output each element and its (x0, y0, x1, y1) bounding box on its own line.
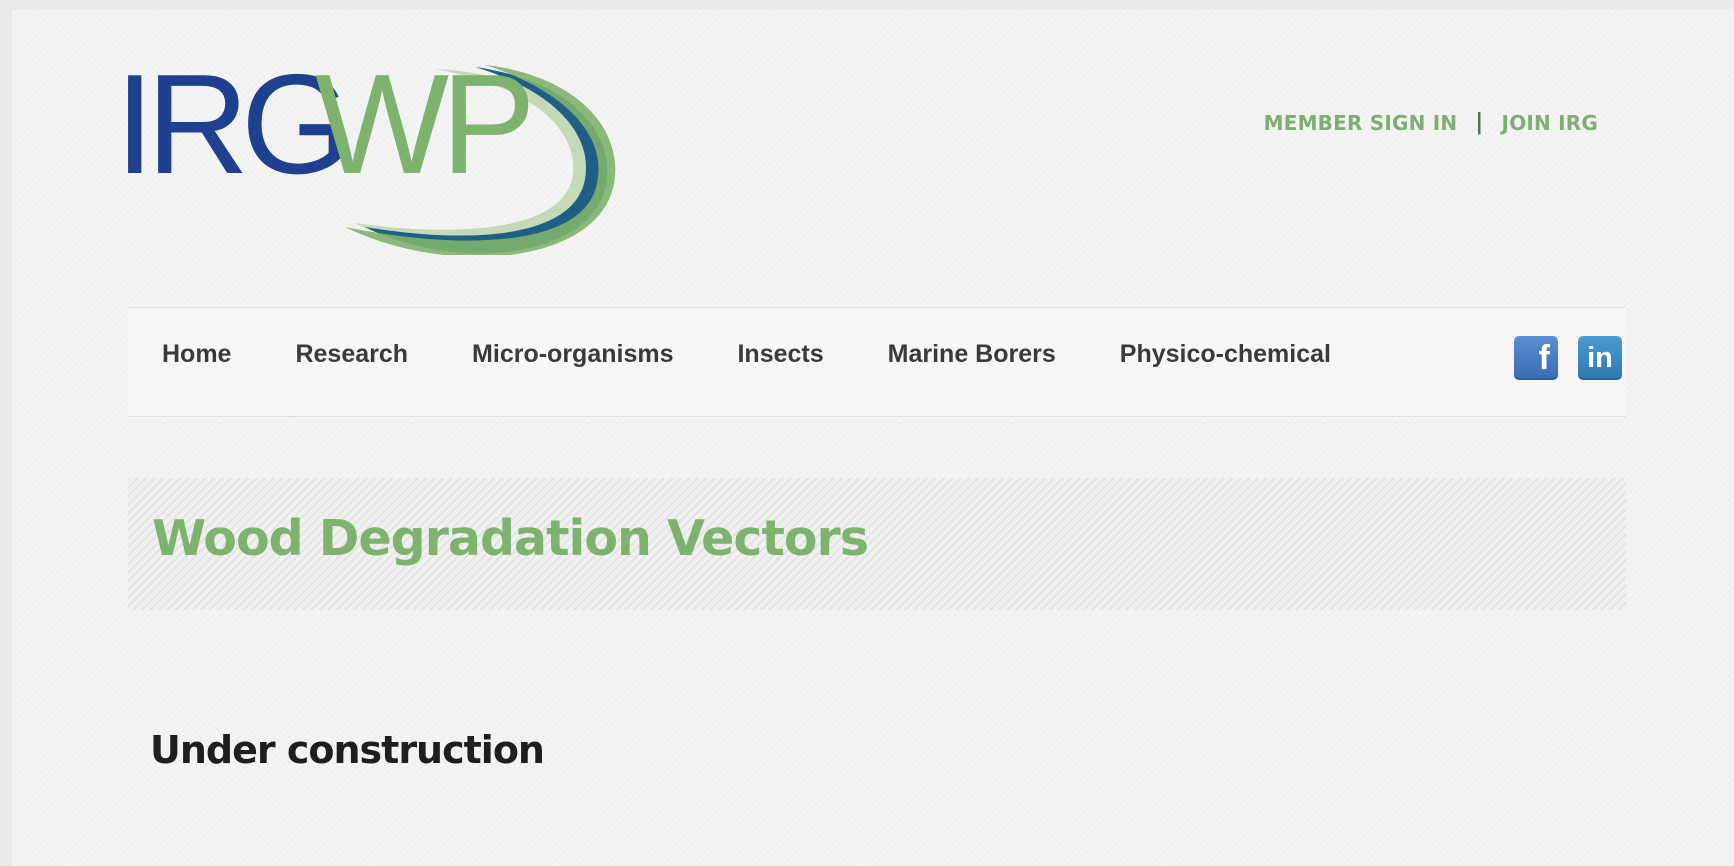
social-links: f in (1514, 336, 1622, 380)
page-title: Wood Degradation Vectors (152, 510, 869, 567)
svg-text:IRG: IRG (115, 55, 343, 204)
nav-item-marine-borers[interactable]: Marine Borers (888, 340, 1056, 369)
join-irg-link[interactable]: JOIN IRG (1502, 111, 1598, 135)
facebook-icon[interactable]: f (1514, 336, 1558, 380)
nav-item-insects[interactable]: Insects (737, 340, 823, 369)
account-links: MEMBER SIGN IN | JOIN IRG (1264, 110, 1598, 135)
svg-text:WP: WP (315, 55, 529, 204)
member-sign-in-link[interactable]: MEMBER SIGN IN (1264, 111, 1458, 135)
title-banner: Wood Degradation Vectors (128, 478, 1626, 610)
nav-item-home[interactable]: Home (162, 340, 231, 369)
linkedin-icon[interactable]: in (1578, 336, 1622, 380)
nav-item-micro-organisms[interactable]: Micro-organisms (472, 340, 673, 369)
irgwp-logo[interactable]: IRG WP (115, 55, 675, 255)
link-separator: | (1475, 110, 1484, 135)
content-heading: Under construction (150, 728, 545, 772)
main-nav: Home Research Micro-organisms Insects Ma… (128, 307, 1626, 417)
nav-item-research[interactable]: Research (295, 340, 408, 369)
page: IRG WP MEMBER SIGN IN | JOIN IRG Home Re… (12, 10, 1734, 866)
nav-item-physico-chemical[interactable]: Physico-chemical (1120, 340, 1331, 369)
nav-menu: Home Research Micro-organisms Insects Ma… (162, 340, 1395, 369)
